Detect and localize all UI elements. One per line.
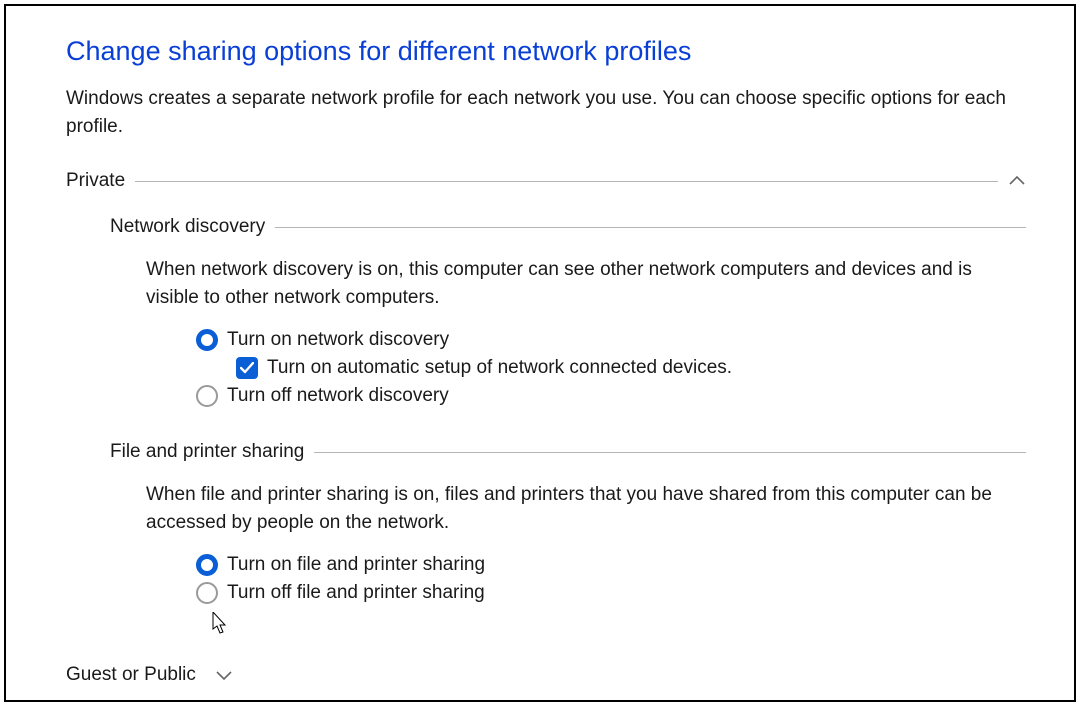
radio-icon <box>196 554 218 576</box>
page-title: Change sharing options for different net… <box>66 36 1026 67</box>
chevron-down-icon[interactable] <box>216 664 232 686</box>
network-discovery-section: Network discovery When network discovery… <box>110 216 1026 407</box>
checkbox-icon <box>236 357 258 379</box>
network-discovery-options: Turn on network discovery Turn on automa… <box>196 329 1026 407</box>
checkbox-label: Turn on automatic setup of network conne… <box>267 357 732 379</box>
divider <box>275 227 1026 228</box>
radio-icon <box>196 329 218 351</box>
radio-turn-on-file-printer-sharing[interactable]: Turn on file and printer sharing <box>196 554 1026 576</box>
file-printer-sharing-heading: File and printer sharing <box>110 441 304 463</box>
file-printer-sharing-section: File and printer sharing When file and p… <box>110 441 1026 604</box>
divider <box>135 181 998 182</box>
network-discovery-header: Network discovery <box>110 216 1026 238</box>
file-printer-sharing-options: Turn on file and printer sharing Turn of… <box>196 554 1026 604</box>
advanced-sharing-panel: Change sharing options for different net… <box>4 4 1076 702</box>
radio-label: Turn on file and printer sharing <box>227 554 485 576</box>
radio-turn-on-network-discovery[interactable]: Turn on network discovery <box>196 329 1026 351</box>
checkbox-auto-setup[interactable]: Turn on automatic setup of network conne… <box>236 357 1026 379</box>
page-description: Windows creates a separate network profi… <box>66 85 1006 140</box>
radio-icon <box>196 582 218 604</box>
network-discovery-description: When network discovery is on, this compu… <box>146 256 1016 311</box>
radio-label: Turn on network discovery <box>227 329 449 351</box>
divider <box>314 452 1026 453</box>
mouse-cursor-icon <box>212 612 230 636</box>
radio-turn-off-network-discovery[interactable]: Turn off network discovery <box>196 385 1026 407</box>
radio-label: Turn off file and printer sharing <box>227 582 485 604</box>
radio-label: Turn off network discovery <box>227 385 449 407</box>
radio-turn-off-file-printer-sharing[interactable]: Turn off file and printer sharing <box>196 582 1026 604</box>
file-printer-sharing-header: File and printer sharing <box>110 441 1026 463</box>
profile-guest-public-label: Guest or Public <box>66 664 196 686</box>
chevron-up-icon[interactable] <box>1008 172 1026 190</box>
file-printer-sharing-description: When file and printer sharing is on, fil… <box>146 481 1016 536</box>
radio-icon <box>196 385 218 407</box>
profile-guest-public-header[interactable]: Guest or Public <box>66 664 1026 686</box>
profile-private-label: Private <box>66 170 125 192</box>
profile-private-header[interactable]: Private <box>66 170 1026 192</box>
network-discovery-heading: Network discovery <box>110 216 265 238</box>
